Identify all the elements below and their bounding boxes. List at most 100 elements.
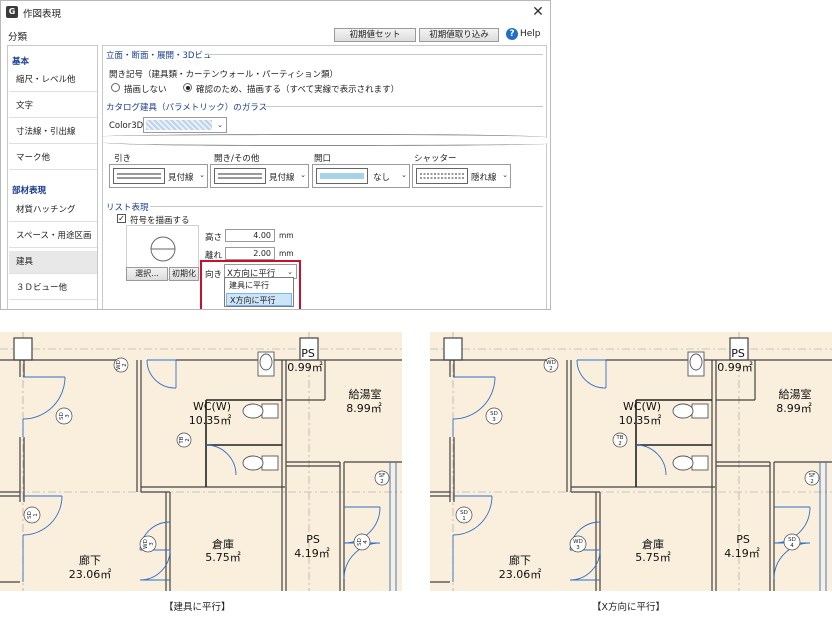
draw-symbol-checkbox[interactable]: ✓ xyxy=(117,214,126,223)
room-label: WC(W) xyxy=(623,400,661,413)
initial-set-button[interactable]: 初期値セット xyxy=(334,28,416,42)
reset-button[interactable]: 初期化 xyxy=(169,267,199,281)
help-button[interactable]: ? Help xyxy=(506,27,541,41)
sidebar-item-space[interactable]: スペース・用途区画 xyxy=(9,225,97,248)
room-area: 23.06㎡ xyxy=(69,568,112,581)
room-label: 廊下 xyxy=(79,553,101,567)
door-tag-wd3-num: 3 xyxy=(149,542,155,546)
line-type-combo-swing[interactable]: 見付線 ⌄ xyxy=(210,164,309,188)
sidebar-item-dimension[interactable]: 寸法線・引出線 xyxy=(9,121,97,144)
line-heading-opening: 開口 xyxy=(314,154,332,164)
chevron-down-icon: ⌄ xyxy=(401,171,407,179)
line-sample xyxy=(316,168,368,184)
sidebar-item-scale[interactable]: 縮尺・レベル他 xyxy=(9,69,97,92)
line-value: 見付線 xyxy=(269,173,295,183)
sidebar-item-hatching[interactable]: 材質ハッチング xyxy=(9,199,97,222)
door-tag-sd4-num: 4 xyxy=(790,543,794,549)
height-unit: mm xyxy=(279,231,294,240)
offset-unit: mm xyxy=(279,249,294,258)
floor-plan-left: PS 0.99㎡ 給湯室 8.99㎡ WC(W) 10.35㎡ 倉庫 5.75㎡… xyxy=(0,332,402,591)
room-label: PS xyxy=(301,347,315,360)
room-label: 倉庫 xyxy=(212,537,234,551)
help-label: Help xyxy=(520,29,541,39)
floor-plan-right: PS 0.99㎡ 給湯室 8.99㎡ WC(W) 10.35㎡ 倉庫 5.75㎡… xyxy=(430,332,832,591)
door-tag-sd4-num: 4 xyxy=(363,540,369,544)
color-swatch xyxy=(146,120,212,130)
chevron-down-icon: ⌄ xyxy=(502,171,508,179)
room-label: PS xyxy=(736,533,750,546)
room-label: 廊下 xyxy=(509,553,531,567)
room-area: 0.99㎡ xyxy=(717,361,753,374)
offset-input[interactable]: 2.00 xyxy=(225,247,275,260)
sidebar-head-member: 部材表現 xyxy=(12,186,47,196)
radio-draw[interactable] xyxy=(183,83,192,92)
line-value: なし xyxy=(373,173,391,183)
sidebar-item-fittings[interactable]: 建具 xyxy=(9,251,97,274)
app-icon: G xyxy=(6,6,18,18)
initial-load-button[interactable]: 初期値取り込み xyxy=(419,28,499,42)
door-tag-tb2-num: 2 xyxy=(185,438,191,442)
caption-parallel-fitting: 【建具に平行】 xyxy=(164,602,231,613)
close-button[interactable]: ✕ xyxy=(528,2,548,22)
door-tag-wd2-num: 2 xyxy=(549,366,553,372)
settings-panel: 立面・断面・展開・3Dビュー 開き記号（建具類・カーテンウォール・パーティション… xyxy=(102,45,548,309)
room-area: 10.35㎡ xyxy=(619,414,662,427)
height-input[interactable]: 4.00 xyxy=(225,229,275,242)
door-tag-sd3-num: 3 xyxy=(492,417,496,423)
line-sample xyxy=(416,168,468,184)
room-area: 8.99㎡ xyxy=(346,402,382,415)
room-area: 10.35㎡ xyxy=(189,414,232,427)
opening-symbol-label: 開き記号（建具類・カーテンウォール・パーティション類） xyxy=(109,70,338,80)
category-label: 分類 xyxy=(8,32,28,43)
highlight-frame xyxy=(200,260,301,309)
door-tag-wd2-num: 2 xyxy=(122,363,128,367)
room-area: 8.99㎡ xyxy=(776,402,812,415)
category-sidebar: 基本 縮尺・レベル他 文字 寸法線・引出線 マーク他 部材表現 材質ハッチング … xyxy=(7,45,98,309)
section-glass: カタログ建具（パラメトリック）のガラス xyxy=(106,103,268,113)
room-area: 5.75㎡ xyxy=(635,551,671,564)
line-value: 見付線 xyxy=(168,173,194,183)
drawing-expression-dialog: G 作図表現 ✕ 分類 初期値セット 初期値取り込み ? Help 基本 縮尺・レ… xyxy=(0,0,551,310)
door-tag-sd3-num: 3 xyxy=(65,414,71,418)
section-list: リスト表現 xyxy=(106,203,149,213)
section-elevation: 立面・断面・展開・3Dビュー xyxy=(106,51,220,61)
room-label: 給湯室 xyxy=(349,387,382,401)
door-tag-wd3-num: 3 xyxy=(576,545,580,551)
room-area: 4.19㎡ xyxy=(294,547,330,560)
door-tag-sf2-num: 2 xyxy=(810,479,814,485)
line-type-combo-shutter[interactable]: 隠れ線 ⌄ xyxy=(412,164,511,188)
line-sample xyxy=(113,168,165,184)
room-label: WC(W) xyxy=(193,400,231,413)
line-type-combo-sliding[interactable]: 見付線 ⌄ xyxy=(109,164,208,188)
room-label: PS xyxy=(306,533,320,546)
section-divider xyxy=(263,106,543,107)
line-heading-sliding: 引き xyxy=(114,154,132,164)
dialog-title: 作図表現 xyxy=(23,9,62,20)
color3d-combo[interactable]: ⌄ xyxy=(143,117,227,133)
color3d-label: Color3D xyxy=(109,121,144,131)
door-tag-sd1-num: 1 xyxy=(462,516,466,522)
caption-parallel-x: 【X方向に平行】 xyxy=(592,602,666,613)
room-area: 23.06㎡ xyxy=(499,568,542,581)
door-tag-sf2-num: 2 xyxy=(380,479,384,485)
line-value: 隠れ線 xyxy=(471,173,497,183)
help-icon: ? xyxy=(506,27,518,40)
room-label: 給湯室 xyxy=(779,387,812,401)
room-label: 倉庫 xyxy=(642,537,664,551)
line-type-combo-opening[interactable]: なし ⌄ xyxy=(312,164,410,188)
room-label: PS xyxy=(731,347,745,360)
line-heading-swing: 開き/その他 xyxy=(214,154,260,164)
select-symbol-button[interactable]: 選択... xyxy=(126,267,168,281)
line-heading-shutter: シャッター xyxy=(414,154,457,164)
room-area: 5.75㎡ xyxy=(205,551,241,564)
height-label: 高さ xyxy=(205,233,223,243)
sidebar-item-text[interactable]: 文字 xyxy=(9,95,97,118)
sidebar-item-3dview[interactable]: ３Ｄビュー他 xyxy=(9,277,97,300)
cut-indicator xyxy=(103,134,548,146)
radio-draw-label: 確認のため、描画する（すべて実線で表示されます） xyxy=(196,85,400,95)
sidebar-item-mark[interactable]: マーク他 xyxy=(9,147,97,170)
radio-no-draw[interactable] xyxy=(111,83,120,92)
radio-no-draw-label: 描画しない xyxy=(124,85,167,95)
section-divider xyxy=(207,54,543,55)
door-tag-tb2-num: 2 xyxy=(618,441,622,447)
